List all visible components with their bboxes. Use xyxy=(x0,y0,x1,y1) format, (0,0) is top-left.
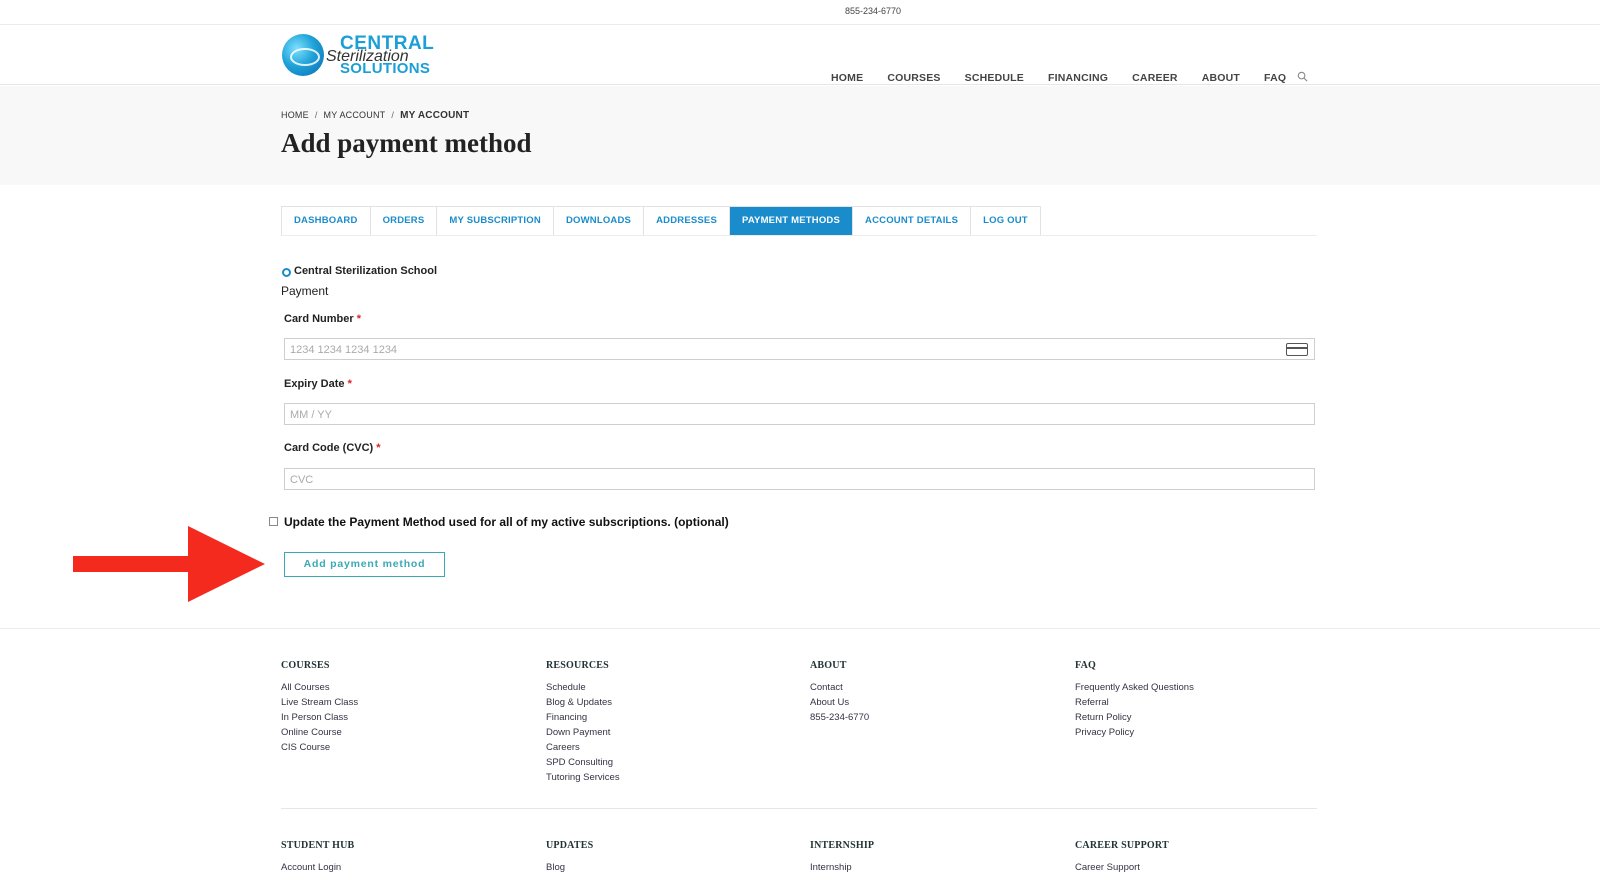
card-code-field[interactable]: CVC xyxy=(284,468,1315,490)
footer-link[interactable]: Live Stream Class xyxy=(281,695,358,710)
payment-section-label: Payment xyxy=(281,284,329,298)
tab-orders[interactable]: ORDERS xyxy=(371,207,438,235)
footer-column-student-hub: STUDENT HUB Account Login xyxy=(281,840,354,875)
footer-divider xyxy=(281,808,1317,809)
credit-card-icon xyxy=(1286,343,1308,356)
footer-column-resources: RESOURCES Schedule Blog & Updates Financ… xyxy=(546,660,620,785)
tab-my-subscription[interactable]: MY SUBSCRIPTION xyxy=(437,207,554,235)
card-code-placeholder: CVC xyxy=(290,474,314,486)
tab-account-details[interactable]: ACCOUNT DETAILS xyxy=(853,207,972,235)
footer-link[interactable]: Online Course xyxy=(281,725,358,740)
footer-link[interactable]: Career Support xyxy=(1075,860,1169,875)
footer-link[interactable]: Internship xyxy=(810,860,874,875)
search-icon[interactable] xyxy=(1297,71,1308,82)
nav-about[interactable]: ABOUT xyxy=(1202,72,1240,84)
nav-home[interactable]: HOME xyxy=(831,72,863,84)
footer-link[interactable]: Contact xyxy=(810,680,869,695)
top-phone-link[interactable]: 855-234-6770 xyxy=(0,6,1600,16)
update-all-subscriptions-checkbox[interactable] xyxy=(269,517,278,526)
footer-link[interactable]: CIS Course xyxy=(281,740,358,755)
page-title: Add payment method xyxy=(281,128,532,158)
nav-financing[interactable]: FINANCING xyxy=(1048,72,1108,84)
breadcrumb-parent[interactable]: MY ACCOUNT xyxy=(324,110,386,120)
footer-heading: STUDENT HUB xyxy=(281,840,355,851)
tabs-divider xyxy=(281,235,1317,236)
site-logo[interactable]: CENTRAL Sterilization SOLUTIONS xyxy=(282,33,434,77)
top-bar: 855-234-6770 xyxy=(0,0,1600,25)
payment-gateway-option[interactable]: Central Sterilization School xyxy=(282,265,437,277)
footer-heading: COURSES xyxy=(281,660,330,671)
required-marker: * xyxy=(356,313,362,325)
footer-link[interactable]: Blog xyxy=(546,860,593,875)
footer-link[interactable]: Schedule xyxy=(546,680,620,695)
footer-link[interactable]: Account Login xyxy=(281,860,354,875)
required-marker: * xyxy=(347,378,352,390)
footer-link[interactable]: Blog & Updates xyxy=(546,695,620,710)
footer-link[interactable]: Referral xyxy=(1075,695,1194,710)
footer-column-faq: FAQ Frequently Asked Questions Referral … xyxy=(1075,660,1194,740)
breadcrumb: HOME / MY ACCOUNT / MY ACCOUNT xyxy=(281,110,470,121)
logo-mark xyxy=(282,34,324,76)
footer-link[interactable]: Frequently Asked Questions xyxy=(1075,680,1194,695)
footer-column-courses: COURSES All Courses Live Stream Class In… xyxy=(281,660,358,755)
footer-column-internship: INTERNSHIP Internship xyxy=(810,840,874,875)
footer-link[interactable]: All Courses xyxy=(281,680,358,695)
main-nav: HOME COURSES SCHEDULE FINANCING CAREER A… xyxy=(831,71,1310,84)
footer-heading: INTERNSHIP xyxy=(810,840,875,851)
footer-link[interactable]: Tutoring Services xyxy=(546,770,620,785)
tab-dashboard[interactable]: DASHBOARD xyxy=(282,207,371,235)
footer-link[interactable]: Financing xyxy=(546,710,620,725)
card-number-placeholder: 1234 1234 1234 1234 xyxy=(290,344,398,356)
footer-heading: CAREER SUPPORT xyxy=(1075,840,1169,851)
footer-heading: UPDATES xyxy=(546,840,594,851)
page-title-bar: HOME / MY ACCOUNT / MY ACCOUNT Add payment m… xyxy=(0,86,1600,185)
required-marker: * xyxy=(376,442,381,454)
footer-link[interactable]: SPD Consulting xyxy=(546,755,620,770)
tab-downloads[interactable]: DOWNLOADS xyxy=(554,207,645,235)
footer-link[interactable]: Privacy Policy xyxy=(1075,725,1194,740)
nav-schedule[interactable]: SCHEDULE xyxy=(965,72,1024,84)
footer-column-about: ABOUT Contact About Us 855-234-6770 xyxy=(810,660,869,725)
expiry-date-field[interactable]: MM / YY xyxy=(284,403,1315,425)
footer-column-career-support: CAREER SUPPORT Career Support xyxy=(1075,840,1169,875)
footer-link[interactable]: Down Payment xyxy=(546,725,620,740)
logo-text-solutions: SOLUTIONS xyxy=(340,60,431,77)
footer-heading: ABOUT xyxy=(810,660,847,671)
add-payment-method-button[interactable]: Add payment method xyxy=(284,552,445,577)
card-code-label: Card Code (CVC) * xyxy=(284,442,381,454)
tab-log-out[interactable]: LOG OUT xyxy=(971,207,1041,235)
expiry-date-placeholder: MM / YY xyxy=(290,409,332,421)
footer-link[interactable]: Careers xyxy=(546,740,620,755)
red-arrow-annotation xyxy=(73,526,265,602)
tab-payment-methods[interactable]: PAYMENT METHODS xyxy=(730,207,854,235)
account-tabs: DASHBOARD ORDERS MY SUBSCRIPTION DOWNLOA… xyxy=(281,206,1041,236)
expiry-date-label: Expiry Date * xyxy=(284,378,352,390)
nav-career[interactable]: CAREER xyxy=(1132,72,1178,84)
site-header: CENTRAL Sterilization SOLUTIONS HOME COU… xyxy=(0,25,1600,85)
breadcrumb-current: MY ACCOUNT xyxy=(400,110,470,121)
footer-divider-top xyxy=(0,628,1600,629)
footer-heading: FAQ xyxy=(1075,660,1096,671)
breadcrumb-home[interactable]: HOME xyxy=(281,110,309,120)
nav-courses[interactable]: COURSES xyxy=(887,72,940,84)
update-all-subscriptions-label[interactable]: Update the Payment Method used for all o… xyxy=(284,515,729,529)
gateway-radio[interactable] xyxy=(282,267,291,277)
tab-addresses[interactable]: ADDRESSES xyxy=(644,207,731,235)
card-number-label: Card Number * xyxy=(284,313,362,325)
nav-faq[interactable]: FAQ xyxy=(1264,72,1286,84)
footer-link[interactable]: 855-234-6770 xyxy=(810,710,869,725)
card-number-field[interactable]: 1234 1234 1234 1234 xyxy=(284,338,1315,360)
footer-link[interactable]: Return Policy xyxy=(1075,710,1194,725)
gateway-label: Central Sterilization School xyxy=(294,265,438,277)
footer-column-updates: UPDATES Blog xyxy=(546,840,593,875)
footer-heading: RESOURCES xyxy=(546,660,609,671)
footer-link[interactable]: About Us xyxy=(810,695,869,710)
footer-link[interactable]: In Person Class xyxy=(281,710,358,725)
